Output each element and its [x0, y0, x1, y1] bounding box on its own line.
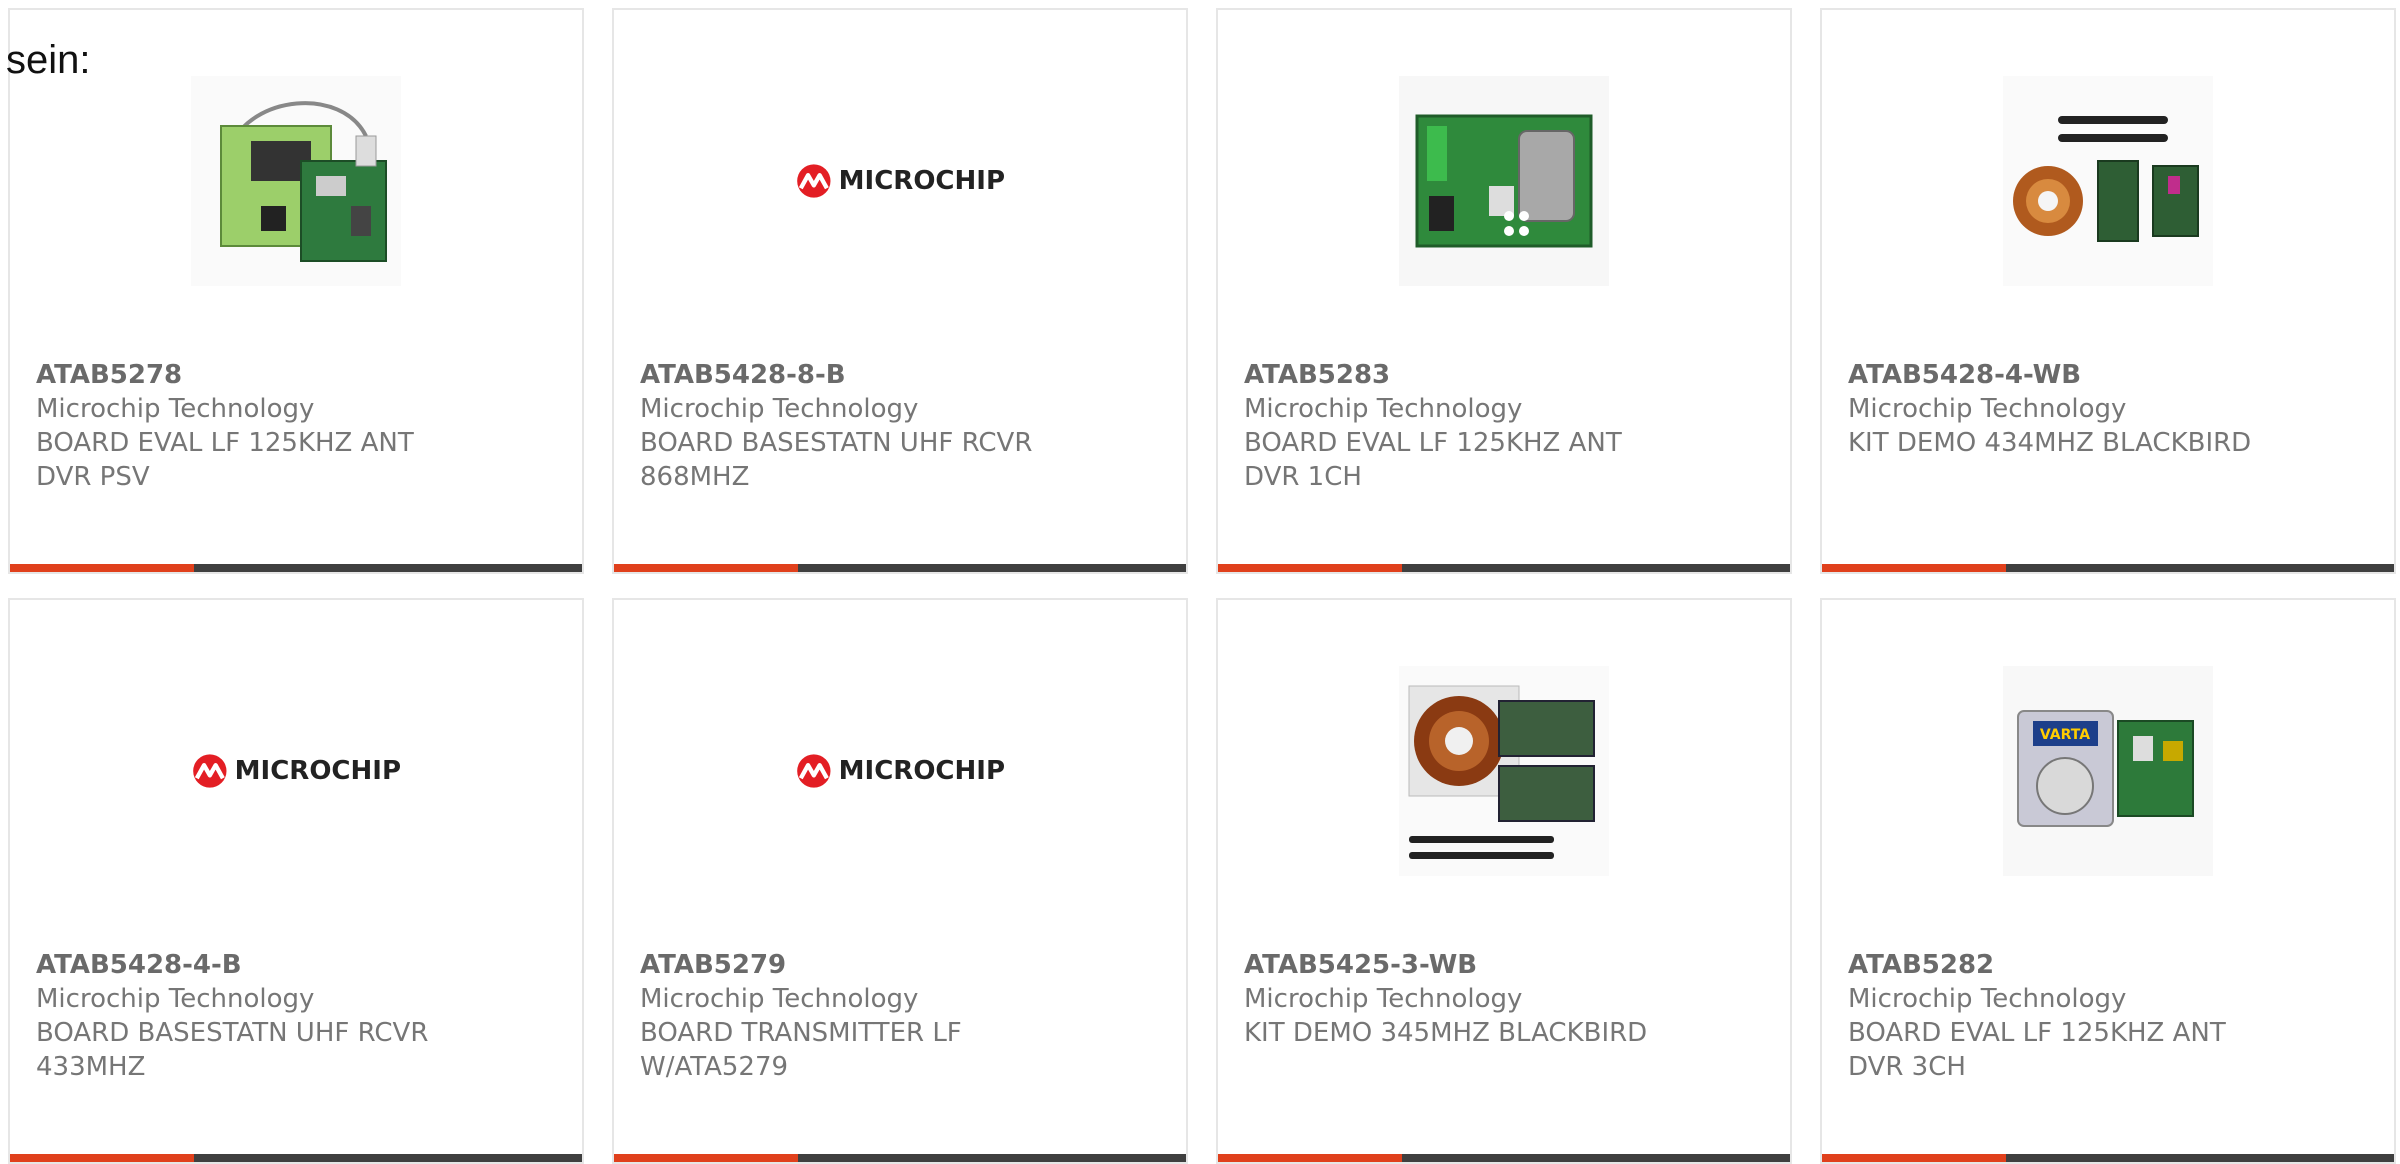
manufacturer: Microchip Technology — [36, 984, 315, 1014]
product-image[interactable]: MICROCHIP — [191, 666, 401, 876]
description: BOARD EVAL LF 125KHZ ANT — [1244, 428, 1622, 458]
part-number[interactable]: ATAB5283 — [1244, 358, 1770, 392]
microchip-logo: MICROCHIP — [191, 666, 401, 876]
description-line-2: DVR 3CH — [1848, 1052, 1966, 1082]
intro-text: sein: — [6, 38, 91, 82]
manufacturer: Microchip Technology — [1244, 394, 1523, 424]
product-image[interactable]: MICROCHIP — [795, 666, 1005, 876]
card-accent-bar — [1822, 564, 2006, 572]
logo-text: MICROCHIP — [838, 756, 1005, 786]
card-footer-bar — [1822, 564, 2394, 572]
microchip-logo-icon — [797, 164, 831, 198]
card-accent-bar — [614, 1154, 798, 1162]
logo-text: MICROCHIP — [838, 166, 1005, 196]
product-image[interactable]: VARTA — [2003, 666, 2213, 876]
part-number[interactable]: ATAB5282 — [1848, 948, 2374, 982]
product-card[interactable]: ATAB5428-4-WB Microchip Technology KIT D… — [1820, 8, 2396, 574]
description: KIT DEMO 345MHZ BLACKBIRD — [1244, 1018, 1648, 1048]
card-accent-bar — [10, 1154, 194, 1162]
card-footer-bar — [10, 1154, 582, 1162]
card-accent-bar — [1822, 1154, 2006, 1162]
card-accent-bar — [1218, 1154, 1402, 1162]
card-footer-bar — [614, 1154, 1186, 1162]
manufacturer: Microchip Technology — [640, 394, 919, 424]
part-number[interactable]: ATAB5278 — [36, 358, 562, 392]
microchip-logo: MICROCHIP — [795, 76, 1005, 286]
product-card[interactable]: ATAB5283 Microchip Technology BOARD EVAL… — [1216, 8, 1792, 574]
card-footer-bar — [1218, 564, 1790, 572]
card-accent-bar — [614, 564, 798, 572]
description: BOARD EVAL LF 125KHZ ANT — [1848, 1018, 2226, 1048]
card-accent-bar — [10, 564, 194, 572]
product-card[interactable]: MICROCHIP ATAB5279 Microchip Technology … — [612, 598, 1188, 1164]
product-card[interactable]: MICROCHIP ATAB5428-4-B Microchip Technol… — [8, 598, 584, 1164]
product-image[interactable] — [1399, 76, 1609, 286]
card-accent-bar — [1218, 564, 1402, 572]
product-card[interactable]: ATAB5425-3-WB Microchip Technology KIT D… — [1216, 598, 1792, 1164]
microchip-logo-icon — [797, 754, 831, 788]
description-line-2: DVR PSV — [36, 462, 150, 492]
microchip-logo: MICROCHIP — [795, 666, 1005, 876]
battery-label: VARTA — [2040, 727, 2090, 743]
manufacturer: Microchip Technology — [1244, 984, 1523, 1014]
card-footer-bar — [614, 564, 1186, 572]
description: BOARD TRANSMITTER LF — [640, 1018, 962, 1048]
logo-text: MICROCHIP — [234, 756, 401, 786]
product-image[interactable]: MICROCHIP — [795, 76, 1005, 286]
description-line-2: 433MHZ — [36, 1052, 146, 1082]
card-footer-bar — [1218, 1154, 1790, 1162]
description-line-2: W/ATA5279 — [640, 1052, 789, 1082]
part-number[interactable]: ATAB5425-3-WB — [1244, 948, 1770, 982]
description: BOARD BASESTATN UHF RCVR — [36, 1018, 429, 1048]
product-card[interactable]: VARTA ATAB5282 Microchip Technology BOAR… — [1820, 598, 2396, 1164]
part-number[interactable]: ATAB5279 — [640, 948, 1166, 982]
description: BOARD EVAL LF 125KHZ ANT — [36, 428, 414, 458]
part-number[interactable]: ATAB5428-4-WB — [1848, 358, 2374, 392]
description: KIT DEMO 434MHZ BLACKBIRD — [1848, 428, 2252, 458]
description: BOARD BASESTATN UHF RCVR — [640, 428, 1033, 458]
manufacturer: Microchip Technology — [1848, 394, 2127, 424]
card-footer-bar — [1822, 1154, 2394, 1162]
part-number[interactable]: ATAB5428-8-B — [640, 358, 1166, 392]
description-line-2: DVR 1CH — [1244, 462, 1362, 492]
part-number[interactable]: ATAB5428-4-B — [36, 948, 562, 982]
manufacturer: Microchip Technology — [640, 984, 919, 1014]
card-footer-bar — [10, 564, 582, 572]
manufacturer: Microchip Technology — [1848, 984, 2127, 1014]
manufacturer: Microchip Technology — [36, 394, 315, 424]
product-image[interactable] — [191, 76, 401, 286]
microchip-logo-icon — [193, 754, 227, 788]
description-line-2: 868MHZ — [640, 462, 750, 492]
product-image[interactable] — [2003, 76, 2213, 286]
product-card[interactable]: MICROCHIP ATAB5428-8-B Microchip Technol… — [612, 8, 1188, 574]
product-card[interactable]: ATAB5278 Microchip Technology BOARD EVAL… — [8, 8, 584, 574]
product-image[interactable] — [1399, 666, 1609, 876]
